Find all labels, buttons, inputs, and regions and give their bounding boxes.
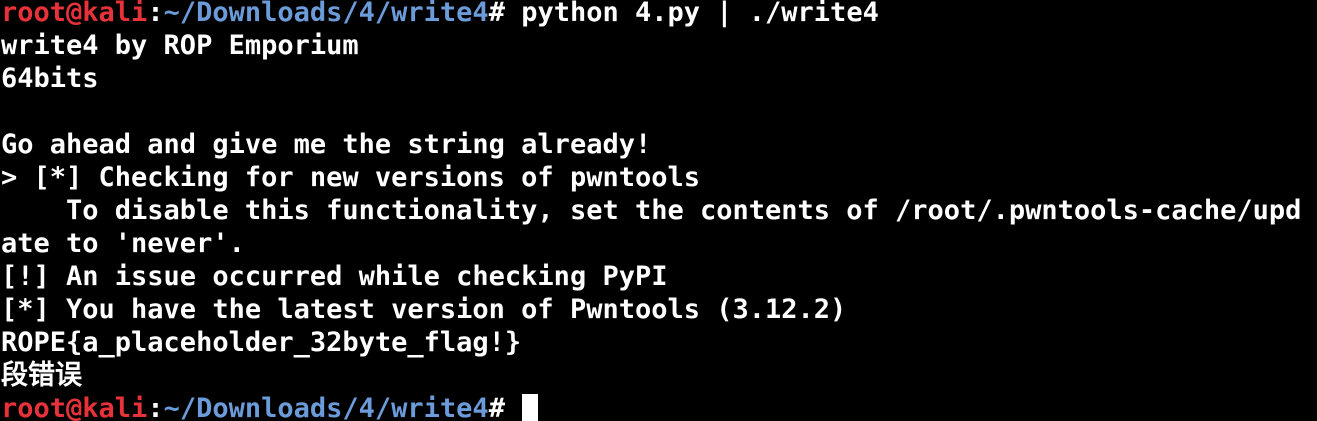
output-line-4: Go ahead and give me the string already! xyxy=(1,129,652,160)
terminal-window[interactable]: root@kali:~/Downloads/4/write4# python 4… xyxy=(0,0,1317,421)
prompt-line-1: root@kali:~/Downloads/4/write4# python 4… xyxy=(1,0,879,29)
output-line-5: > [*] Checking for new versions of pwnto… xyxy=(1,162,700,193)
output-line-10: ROPE{a_placeholder_32byte_flag!} xyxy=(1,327,522,358)
prompt-path: ~/Downloads/4/write4 xyxy=(163,393,489,421)
prompt-line-2[interactable]: root@kali:~/Downloads/4/write4# xyxy=(1,392,539,421)
prompt-symbol: # xyxy=(488,0,505,28)
output-line-11: 段错误 xyxy=(1,360,82,391)
prompt-separator: : xyxy=(147,393,164,421)
prompt-separator: : xyxy=(147,0,164,28)
output-line-9: [*] You have the latest version of Pwnto… xyxy=(1,294,847,325)
output-line-6: To disable this functionality, set the c… xyxy=(1,195,1302,226)
prompt-user-host: root@kali xyxy=(1,0,148,28)
prompt-symbol: # xyxy=(488,393,505,421)
output-line-1: write4 by ROP Emporium xyxy=(1,30,359,61)
output-line-8: [!] An issue occurred while checking PyP… xyxy=(1,261,668,292)
text-cursor xyxy=(522,394,539,421)
output-line-2: 64bits xyxy=(1,63,99,94)
output-line-7: ate to 'never'. xyxy=(1,228,245,259)
command-text: python 4.py | ./write4 xyxy=(504,0,879,28)
prompt-user-host: root@kali xyxy=(1,393,148,421)
prompt-path: ~/Downloads/4/write4 xyxy=(163,0,489,28)
